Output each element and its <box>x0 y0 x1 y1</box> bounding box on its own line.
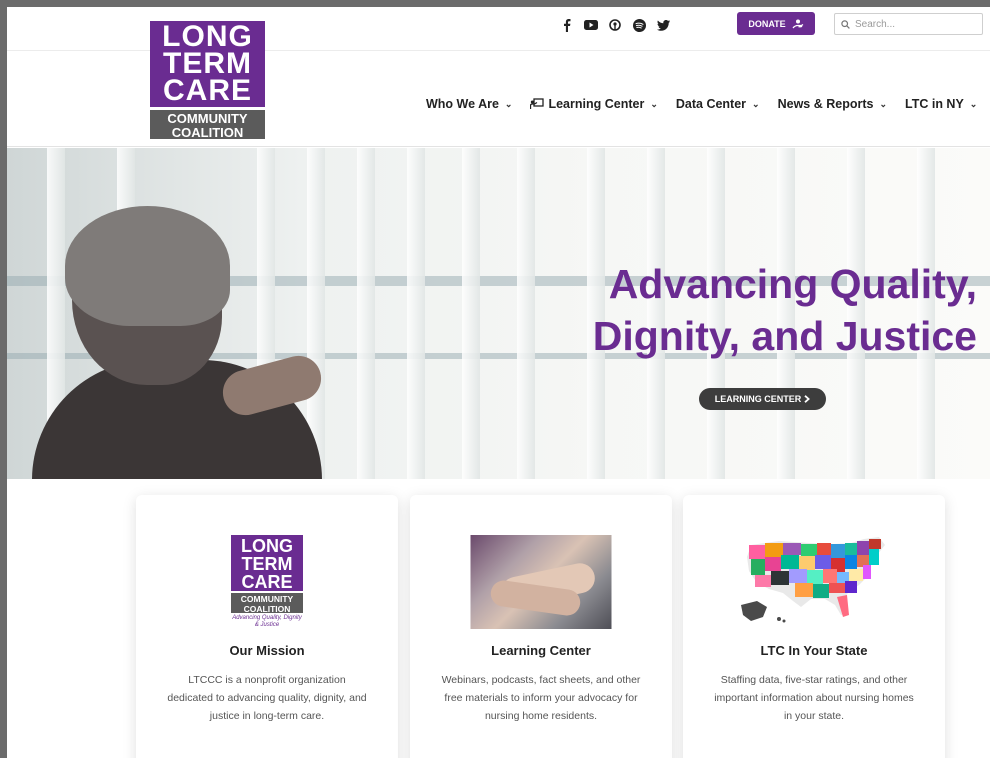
twitter-icon[interactable] <box>656 18 670 32</box>
mini-logo-purple: LONG TERM CARE <box>231 535 303 591</box>
logo-gray-block: COMMUNITY COALITION <box>150 107 265 140</box>
learning-center-button[interactable]: LEARNING CENTER <box>699 388 826 410</box>
chevron-down-icon: ⌄ <box>650 98 658 109</box>
donate-label: DONATE <box>748 18 786 29</box>
mini-logo-line: CARE <box>241 572 293 592</box>
logo-line-care: CARE <box>162 74 252 107</box>
window-blind <box>462 148 480 479</box>
site-header: LONG TERM CARE COMMUNITY COALITION DONAT… <box>7 7 990 147</box>
donate-hand-icon <box>792 19 804 28</box>
card-title: Learning Center <box>491 643 591 658</box>
hero-banner: Advancing Quality, Dignity, and Justice … <box>7 148 990 479</box>
main-nav: Who We Are ⌄ Learning Center ⌄ Data Cent… <box>426 94 977 114</box>
logo-purple-block: LONG TERM CARE <box>150 21 265 107</box>
card-learning-center[interactable]: Learning Center Webinars, podcasts, fact… <box>410 495 672 758</box>
donate-button[interactable]: DONATE <box>737 12 815 35</box>
us-map-image <box>741 537 885 623</box>
person-hair-image <box>65 206 230 326</box>
logo-line-community: COMMUNITY <box>167 111 248 126</box>
hero-title-line2: Dignity, and Justice <box>592 313 977 359</box>
nav-item-data-center[interactable]: Data Center ⌄ <box>676 97 760 111</box>
nav-item-learning-center[interactable]: Learning Center ⌄ <box>530 97 658 111</box>
window-blind <box>517 148 535 479</box>
nav-label: Learning Center <box>548 97 645 111</box>
card-ltc-in-your-state[interactable]: LTC In Your State Staffing data, five-st… <box>683 495 945 758</box>
mini-logo-gray: COMMUNITY COALITION <box>231 591 303 614</box>
ltccc-logo-image: LONG TERM CARE COMMUNITY COALITION Advan… <box>231 535 303 628</box>
chevron-down-icon: ⌄ <box>752 98 760 109</box>
nav-label: Who We Are <box>426 97 499 111</box>
mini-logo-tagline: Advancing Quality, Dignity & Justice <box>232 615 302 628</box>
facebook-icon[interactable] <box>560 18 574 32</box>
search-box[interactable] <box>834 13 983 35</box>
card-text: Webinars, podcasts, fact sheets, and oth… <box>441 674 641 722</box>
hero-title: Advancing Quality, Dignity, and Justice <box>567 258 977 362</box>
chevron-down-icon: ⌄ <box>879 98 887 109</box>
search-input[interactable] <box>855 18 970 30</box>
card-text: Staffing data, five-star ratings, and ot… <box>714 674 914 722</box>
presentation-icon <box>530 98 545 109</box>
feature-cards-section: LONG TERM CARE COMMUNITY COALITION Advan… <box>7 479 990 758</box>
browser-frame: LONG TERM CARE COMMUNITY COALITION DONAT… <box>0 0 990 758</box>
nav-item-news-reports[interactable]: News & Reports ⌄ <box>778 97 887 111</box>
card-title: Our Mission <box>229 643 305 658</box>
nav-label: News & Reports <box>777 97 874 111</box>
logo-line-term: TERM <box>163 47 252 80</box>
hero-button-label: LEARNING CENTER <box>714 394 802 404</box>
chevron-down-icon: ⌄ <box>969 98 978 109</box>
mini-logo-line: LONG <box>241 536 293 556</box>
youtube-icon[interactable] <box>584 18 598 32</box>
nav-item-ltc-in-ny[interactable]: LTC in NY ⌄ <box>905 97 977 111</box>
nav-item-who-we-are[interactable]: Who We Are ⌄ <box>426 97 512 111</box>
card-title: LTC In Your State <box>760 643 868 658</box>
chevron-down-icon: ⌄ <box>504 98 513 109</box>
spotify-icon[interactable] <box>632 18 646 32</box>
nav-label: LTC in NY <box>905 97 964 111</box>
hero-title-line1: Advancing Quality, <box>608 261 977 307</box>
card-text: LTCCC is a nonprofit organization dedica… <box>167 674 367 722</box>
social-links <box>560 15 670 35</box>
card-our-mission[interactable]: LONG TERM CARE COMMUNITY COALITION Advan… <box>136 495 398 758</box>
mini-logo-line: TERM <box>241 554 293 574</box>
podcast-icon[interactable] <box>608 18 622 32</box>
mini-logo-line: COMMUNITY <box>240 594 294 604</box>
logo-line-long: LONG <box>162 20 253 53</box>
holding-hands-image <box>470 535 612 629</box>
site-logo[interactable]: LONG TERM CARE COMMUNITY COALITION <box>150 21 265 140</box>
window-blind <box>407 148 425 479</box>
window-blind <box>357 148 375 479</box>
mini-logo-line: COALITION <box>243 604 291 614</box>
search-icon <box>841 19 850 29</box>
logo-line-coalition: COALITION <box>171 125 244 140</box>
nav-label: Data Center <box>675 97 747 111</box>
chevron-right-icon <box>804 395 811 403</box>
